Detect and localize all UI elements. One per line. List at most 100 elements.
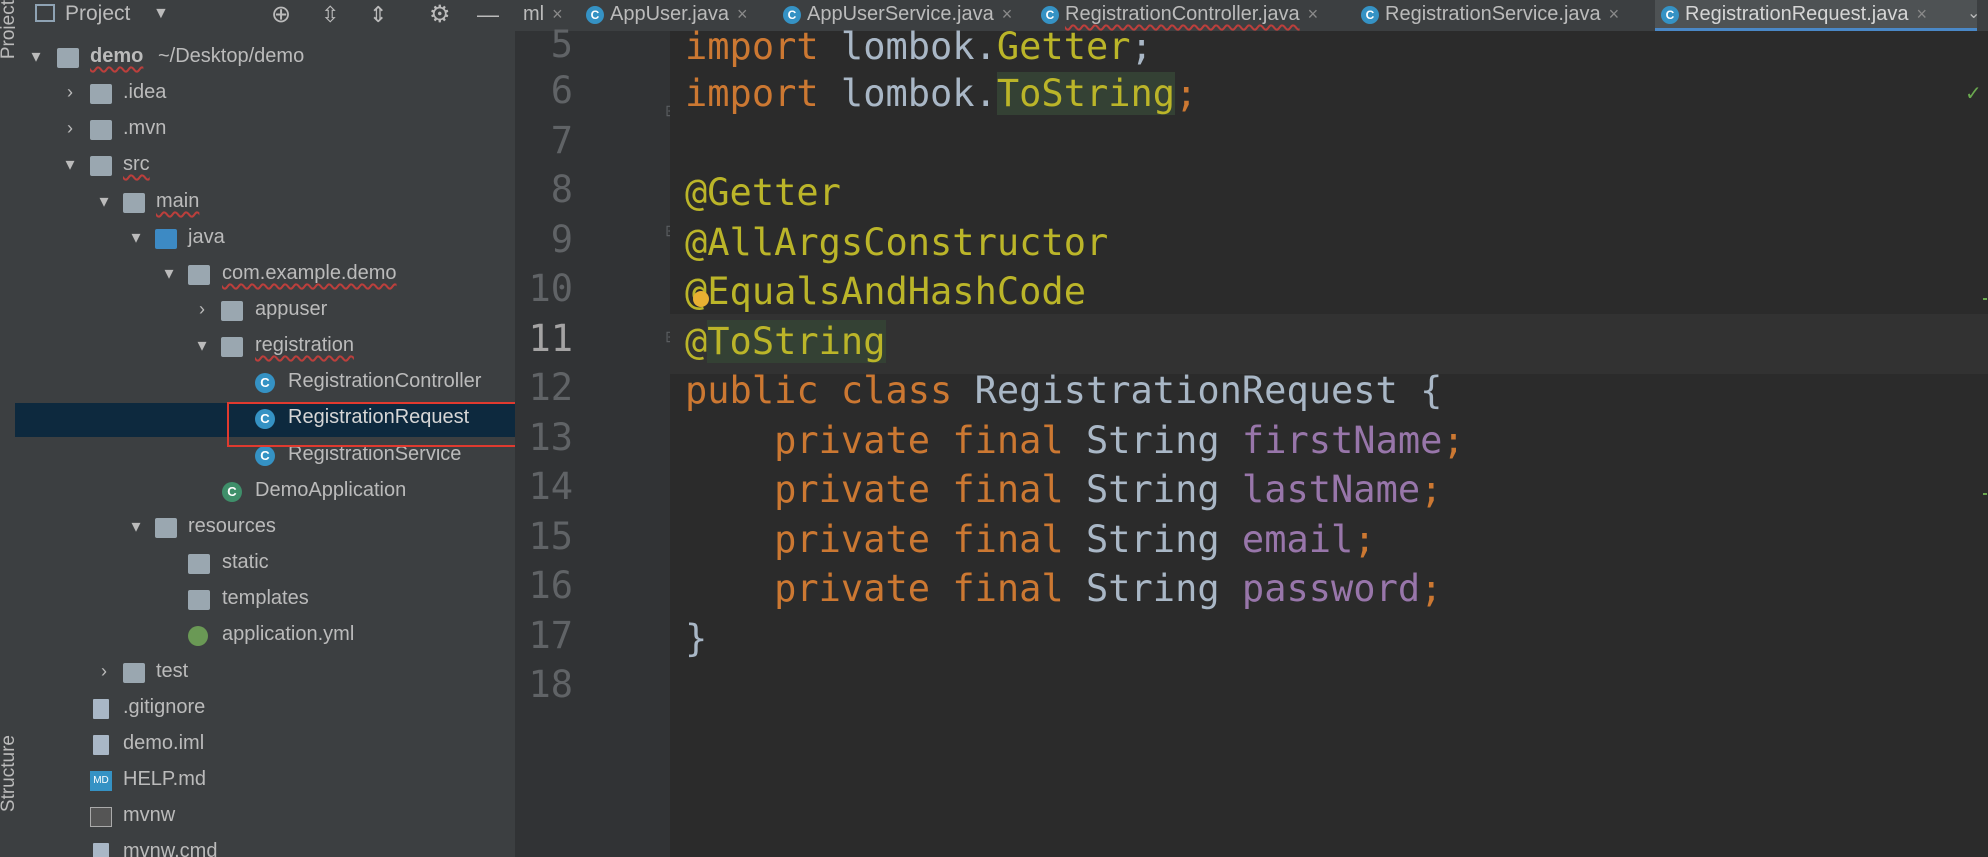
tree-row-static[interactable]: static [15, 548, 515, 582]
line-number: 13 [528, 416, 573, 459]
code-line-11: @ToString [685, 320, 886, 363]
tree-row-templates[interactable]: templates [15, 584, 515, 618]
tree-label: test [156, 660, 189, 682]
chevron-right-icon[interactable]: › [95, 661, 113, 682]
close-icon[interactable]: × [737, 4, 748, 24]
class-icon: C [1361, 5, 1379, 24]
chevron-down-icon[interactable]: ▾ [193, 335, 211, 356]
line-number: 5 [550, 23, 573, 66]
tree-label: resources [188, 515, 276, 537]
tree-label: com.example.demo [222, 262, 397, 284]
package-icon [221, 337, 243, 357]
tree-row-test[interactable]: › test [15, 657, 515, 691]
terminal-file-icon [90, 807, 112, 827]
tree-row-main[interactable]: ▾ main [15, 187, 515, 221]
tab-registration-service[interactable]: C RegistrationService.java × [1355, 0, 1625, 31]
gear-icon[interactable]: ⚙ [429, 0, 451, 29]
project-view-title[interactable]: Project [65, 2, 130, 26]
tree-row-registration-controller[interactable]: C RegistrationController [15, 367, 515, 401]
folder-icon [188, 554, 210, 574]
line-number: 15 [528, 515, 573, 558]
tree-row-resources[interactable]: ▾ resources [15, 512, 515, 546]
code-line-10: @EqualsAndHashCode [685, 270, 1086, 313]
tree-label: demo [90, 45, 144, 67]
tree-row-gitignore[interactable]: .gitignore [15, 693, 515, 727]
line-number-gutter: 5 6 7 8 9 10 11 12 13 14 15 16 17 18 ⊟ ⊟… [515, 23, 678, 857]
collapse-all-icon[interactable]: ⇕ [369, 2, 387, 28]
tree-row-demo-application[interactable]: C DemoApplication [15, 476, 515, 510]
tree-label: DemoApplication [255, 479, 407, 501]
project-view-icon [35, 4, 55, 22]
close-icon[interactable]: × [1002, 4, 1013, 24]
folder-icon [123, 193, 145, 213]
tab-label: RegistrationService.java [1385, 3, 1601, 26]
tree-label: registration [255, 334, 354, 356]
markdown-icon: MD [90, 771, 112, 791]
minimize-icon[interactable]: — [477, 2, 499, 28]
tree-label: static [222, 551, 269, 573]
line-number: 9 [550, 218, 573, 261]
folder-icon [188, 590, 210, 610]
tree-row-application-yml[interactable]: application.yml [15, 620, 515, 654]
tree-row-mvnw-cmd[interactable]: mvnw.cmd [15, 837, 515, 857]
close-icon[interactable]: × [1609, 4, 1620, 24]
tree-row-package-demo[interactable]: ▾ com.example.demo [15, 259, 515, 293]
spring-config-icon [188, 626, 208, 646]
folder-icon [123, 663, 145, 683]
code-line-16: private final String password; [774, 567, 1443, 610]
code-line-17: } [685, 617, 708, 660]
folder-icon [90, 120, 112, 140]
line-number: 18 [528, 663, 573, 706]
chevron-right-icon[interactable]: › [61, 82, 79, 103]
file-icon [93, 735, 109, 755]
tree-label: .idea [123, 81, 167, 103]
tab-overflow-chevron-icon[interactable]: ⌄ [1963, 0, 1984, 31]
expand-all-icon[interactable]: ⇳ [321, 2, 339, 28]
line-number: 8 [550, 168, 573, 211]
module-folder-icon [57, 48, 79, 68]
tree-row-help-md[interactable]: MD HELP.md [15, 765, 515, 799]
lightbulb-icon[interactable] [693, 291, 709, 307]
tree-row-demo[interactable]: ▾ demo ~/Desktop/demo [15, 42, 515, 76]
change-marker [1983, 298, 1987, 300]
inspection-ok-check-icon[interactable]: ✓ [1965, 81, 1982, 106]
class-icon: C [1041, 5, 1059, 24]
class-icon: C [255, 373, 275, 393]
chevron-down-icon[interactable]: ▾ [95, 191, 113, 212]
chevron-right-icon[interactable]: › [61, 118, 79, 139]
tab-registration-request[interactable]: C RegistrationRequest.java × [1655, 0, 1977, 31]
tree-label: demo.iml [123, 732, 205, 754]
close-icon[interactable]: × [552, 4, 563, 24]
tree-row-java[interactable]: ▾ java [15, 223, 515, 257]
tree-row-idea[interactable]: › .idea [15, 78, 515, 112]
tree-row-registration[interactable]: ▾ registration [15, 331, 515, 365]
tree-row-mvn[interactable]: › .mvn [15, 114, 515, 148]
code-line-9: @AllArgsConstructor [685, 221, 1109, 264]
chevron-down-icon[interactable]: ▾ [160, 263, 178, 284]
chevron-down-icon[interactable]: ▾ [127, 516, 145, 537]
chevron-down-icon[interactable]: ▾ [61, 154, 79, 175]
file-icon [93, 843, 109, 857]
tree-label: appuser [255, 298, 328, 320]
chevron-down-icon[interactable]: ▾ [127, 227, 145, 248]
spring-boot-class-icon: C [222, 482, 242, 502]
tree-row-demo-iml[interactable]: demo.iml [15, 729, 515, 763]
tree-row-mvnw[interactable]: mvnw [15, 801, 515, 835]
tree-row-appuser[interactable]: › appuser [15, 295, 515, 329]
tree-label: src [123, 153, 150, 175]
chevron-down-icon[interactable]: ▾ [27, 46, 45, 67]
class-icon: C [586, 5, 604, 24]
chevron-down-icon[interactable]: ▼ [153, 5, 169, 23]
code-editor[interactable]: import lombok.Getter; import lombok.ToSt… [670, 25, 1988, 857]
chevron-right-icon[interactable]: › [193, 299, 211, 320]
locate-icon[interactable]: ⊕ [271, 0, 291, 29]
tree-label: HELP.md [123, 768, 207, 790]
tree-row-src[interactable]: ▾ src [15, 150, 515, 184]
line-number-current: 11 [528, 317, 573, 360]
close-icon[interactable]: × [1308, 4, 1319, 24]
tab-label: ml [523, 3, 545, 26]
tree-label: templates [222, 587, 309, 609]
close-icon[interactable]: × [1916, 4, 1927, 24]
tab-label: AppUser.java [610, 3, 729, 26]
code-line-14: private final String lastName; [774, 468, 1443, 511]
